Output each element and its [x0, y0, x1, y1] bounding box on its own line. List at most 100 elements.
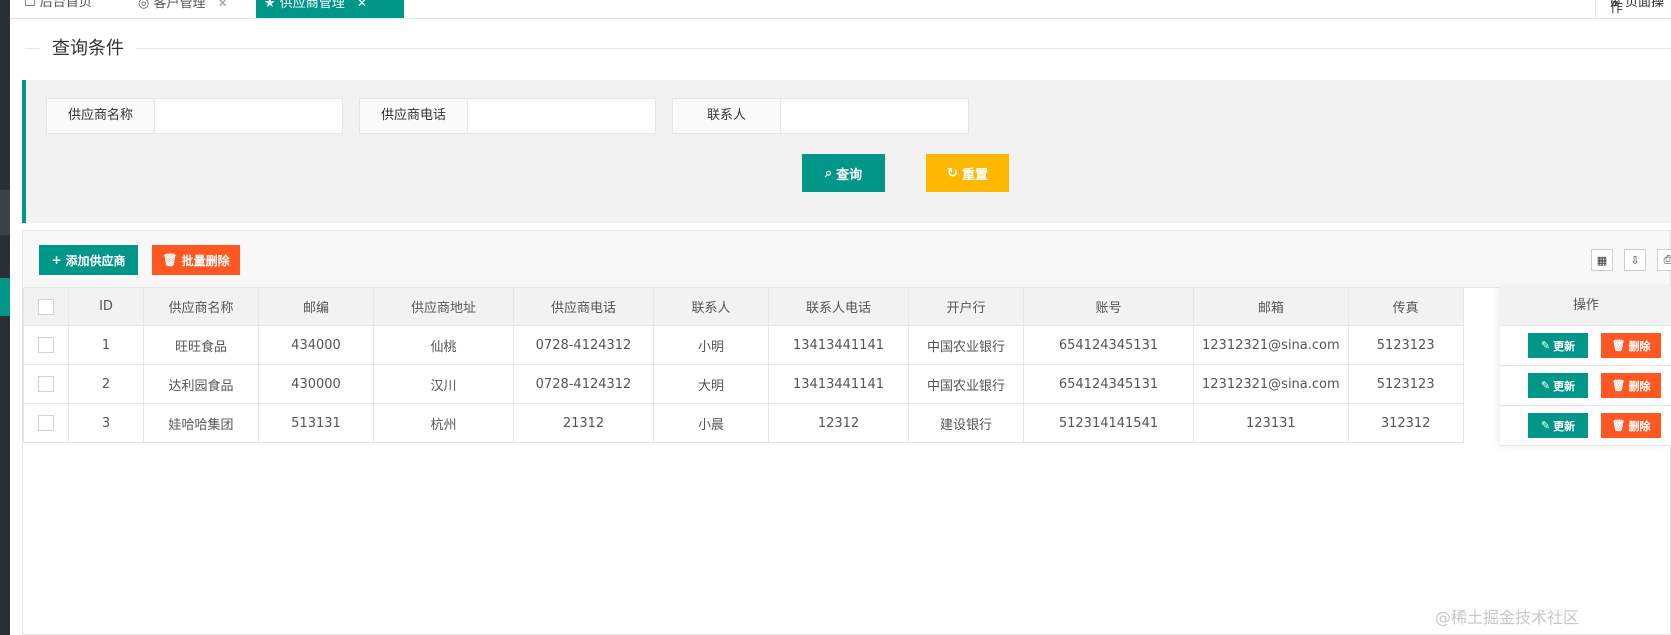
reset-button[interactable]: ↻ 重置: [926, 154, 1009, 192]
table-cell: 513131: [258, 403, 374, 443]
select-all-cell: [23, 287, 69, 326]
table-cell: 123131: [1193, 403, 1349, 443]
table-cell: 3: [68, 403, 144, 443]
tab-supplier-label: 供应商管理: [279, 0, 345, 11]
table-cell: 仙桃: [373, 325, 514, 365]
trash-icon: 🗑: [1611, 419, 1626, 432]
search-icon: ⌕: [824, 165, 833, 181]
update-button[interactable]: ✎ 更新: [1528, 373, 1588, 398]
contact-field: 联系人: [672, 98, 969, 134]
column-header[interactable]: ID: [68, 287, 144, 326]
ops-row: ✎ 更新 🗑 删除: [1500, 406, 1671, 446]
column-header[interactable]: 邮箱: [1193, 287, 1349, 326]
select-all-checkbox[interactable]: [38, 298, 54, 315]
table-cell: 12312321@sina.com: [1193, 364, 1349, 404]
trash-icon: 🗑: [1611, 379, 1626, 392]
query-button[interactable]: ⌕ 查询: [802, 154, 885, 192]
delete-button[interactable]: 🗑 删除: [1601, 333, 1661, 358]
table-cell: 654124345131: [1023, 364, 1194, 404]
table-row[interactable]: 3 娃哈哈集团 513131 杭州 21312 小晨 12312 建设银行 51…: [23, 403, 1464, 443]
add-supplier-button[interactable]: + 添加供应商: [39, 245, 138, 275]
column-header[interactable]: 账号: [1023, 287, 1194, 326]
table-cell: 2: [68, 364, 144, 404]
sidebar-item-active[interactable]: [0, 278, 10, 316]
row-checkbox[interactable]: [38, 376, 54, 392]
table-cell: 12312: [768, 403, 909, 443]
table-cell: 大明: [653, 364, 769, 404]
table-cell: 5123123: [1347, 364, 1464, 404]
update-button[interactable]: ✎ 更新: [1528, 333, 1588, 358]
table-cell: 0728-4124312: [513, 364, 654, 404]
home-icon: ☐: [24, 0, 36, 10]
supplier-name-label: 供应商名称: [46, 98, 154, 134]
close-icon[interactable]: ✕: [357, 0, 367, 10]
export-icon[interactable]: ⇩: [1624, 249, 1646, 271]
supplier-name-input[interactable]: [154, 98, 343, 134]
close-icon[interactable]: ✕: [218, 0, 228, 10]
operations-fixed-column: 操作 ✎ 更新 🗑 删除 ✎ 更新 🗑 删除 ✎ 更新 🗑 删除: [1500, 287, 1671, 446]
trash-icon: 🗑: [162, 253, 178, 267]
column-header[interactable]: 联系人: [653, 287, 769, 326]
left-sidebar-strip: [0, 0, 10, 635]
print-icon[interactable]: ⎙: [1657, 249, 1671, 271]
table-cell: 0728-4124312: [513, 325, 654, 365]
delete-label: 删除: [1628, 419, 1651, 433]
table-cell: 小明: [653, 325, 769, 365]
batch-delete-label: 批量删除: [181, 253, 230, 268]
tab-customer[interactable]: ◎ 客户管理 ✕: [138, 0, 228, 18]
grid-toolbar: + 添加供应商 🗑 批量删除 ▦ ⇩ ⎙: [23, 231, 1671, 288]
table-cell: 430000: [258, 364, 374, 404]
sidebar-item-shade[interactable]: [0, 190, 10, 235]
supplier-name-field: 供应商名称: [46, 98, 343, 134]
table-cell: 13413441141: [768, 325, 909, 365]
update-button[interactable]: ✎ 更新: [1528, 413, 1588, 438]
row-select-cell: [23, 325, 69, 365]
pencil-icon: ✎: [1540, 419, 1551, 432]
user-icon: ◎: [138, 0, 150, 11]
table-cell: 建设银行: [908, 403, 1024, 443]
table-row[interactable]: 1 旺旺食品 434000 仙桃 0728-4124312 小明 1341344…: [23, 325, 1464, 365]
column-header[interactable]: 供应商电话: [513, 287, 654, 326]
supplier-phone-input[interactable]: [467, 98, 656, 134]
delete-label: 删除: [1628, 339, 1651, 353]
table-cell: 1: [68, 325, 144, 365]
supplier-phone-label: 供应商电话: [359, 98, 467, 134]
ops-column-header: 操作: [1500, 287, 1671, 326]
contact-label: 联系人: [672, 98, 780, 134]
trash-icon: 🗑: [1611, 339, 1626, 352]
batch-delete-button[interactable]: 🗑 批量删除: [152, 245, 240, 275]
page-actions-label: 页面操作: [1610, 0, 1665, 16]
column-header[interactable]: 供应商名称: [143, 287, 259, 326]
contact-input[interactable]: [780, 98, 969, 134]
star-icon: ★: [264, 0, 276, 11]
tab-bar: ☐ 后台首页 ◎ 客户管理 ✕ ★ 供应商管理 ✕ ⊕ 页面操作: [10, 0, 1671, 19]
update-label: 更新: [1553, 419, 1576, 433]
row-checkbox[interactable]: [38, 337, 54, 353]
columns-filter-icon[interactable]: ▦: [1591, 249, 1613, 271]
supplier-table: ID 供应商名称 邮编 供应商地址 供应商电话 联系人 联系人电话 开户行 账号…: [23, 287, 1464, 443]
column-header[interactable]: 联系人电话: [768, 287, 909, 326]
tab-home[interactable]: ☐ 后台首页: [24, 0, 92, 18]
table-row[interactable]: 2 达利园食品 430000 汉川 0728-4124312 大明 134134…: [23, 364, 1464, 404]
table-cell: 中国农业银行: [908, 364, 1024, 404]
delete-button[interactable]: 🗑 删除: [1601, 413, 1661, 438]
table-cell: 达利园食品: [143, 364, 259, 404]
table-cell: 娃哈哈集团: [143, 403, 259, 443]
column-header[interactable]: 开户行: [908, 287, 1024, 326]
column-header[interactable]: 邮编: [258, 287, 374, 326]
update-label: 更新: [1553, 339, 1576, 353]
table-cell: 12312321@sina.com: [1193, 325, 1349, 365]
plus-icon: +: [51, 253, 62, 267]
pencil-icon: ✎: [1540, 339, 1551, 352]
tab-supplier[interactable]: ★ 供应商管理 ✕: [256, 0, 404, 18]
column-header[interactable]: 传真: [1347, 287, 1464, 326]
supplier-phone-field: 供应商电话: [359, 98, 656, 134]
table-cell: 汉川: [373, 364, 514, 404]
page-actions-menu[interactable]: ⊕ 页面操作: [1595, 0, 1671, 18]
table-cell: 5123123: [1347, 325, 1464, 365]
row-checkbox[interactable]: [38, 415, 54, 431]
pencil-icon: ✎: [1540, 379, 1551, 392]
column-header[interactable]: 供应商地址: [373, 287, 514, 326]
delete-button[interactable]: 🗑 删除: [1601, 373, 1661, 398]
table-header-row: ID 供应商名称 邮编 供应商地址 供应商电话 联系人 联系人电话 开户行 账号…: [23, 287, 1464, 326]
